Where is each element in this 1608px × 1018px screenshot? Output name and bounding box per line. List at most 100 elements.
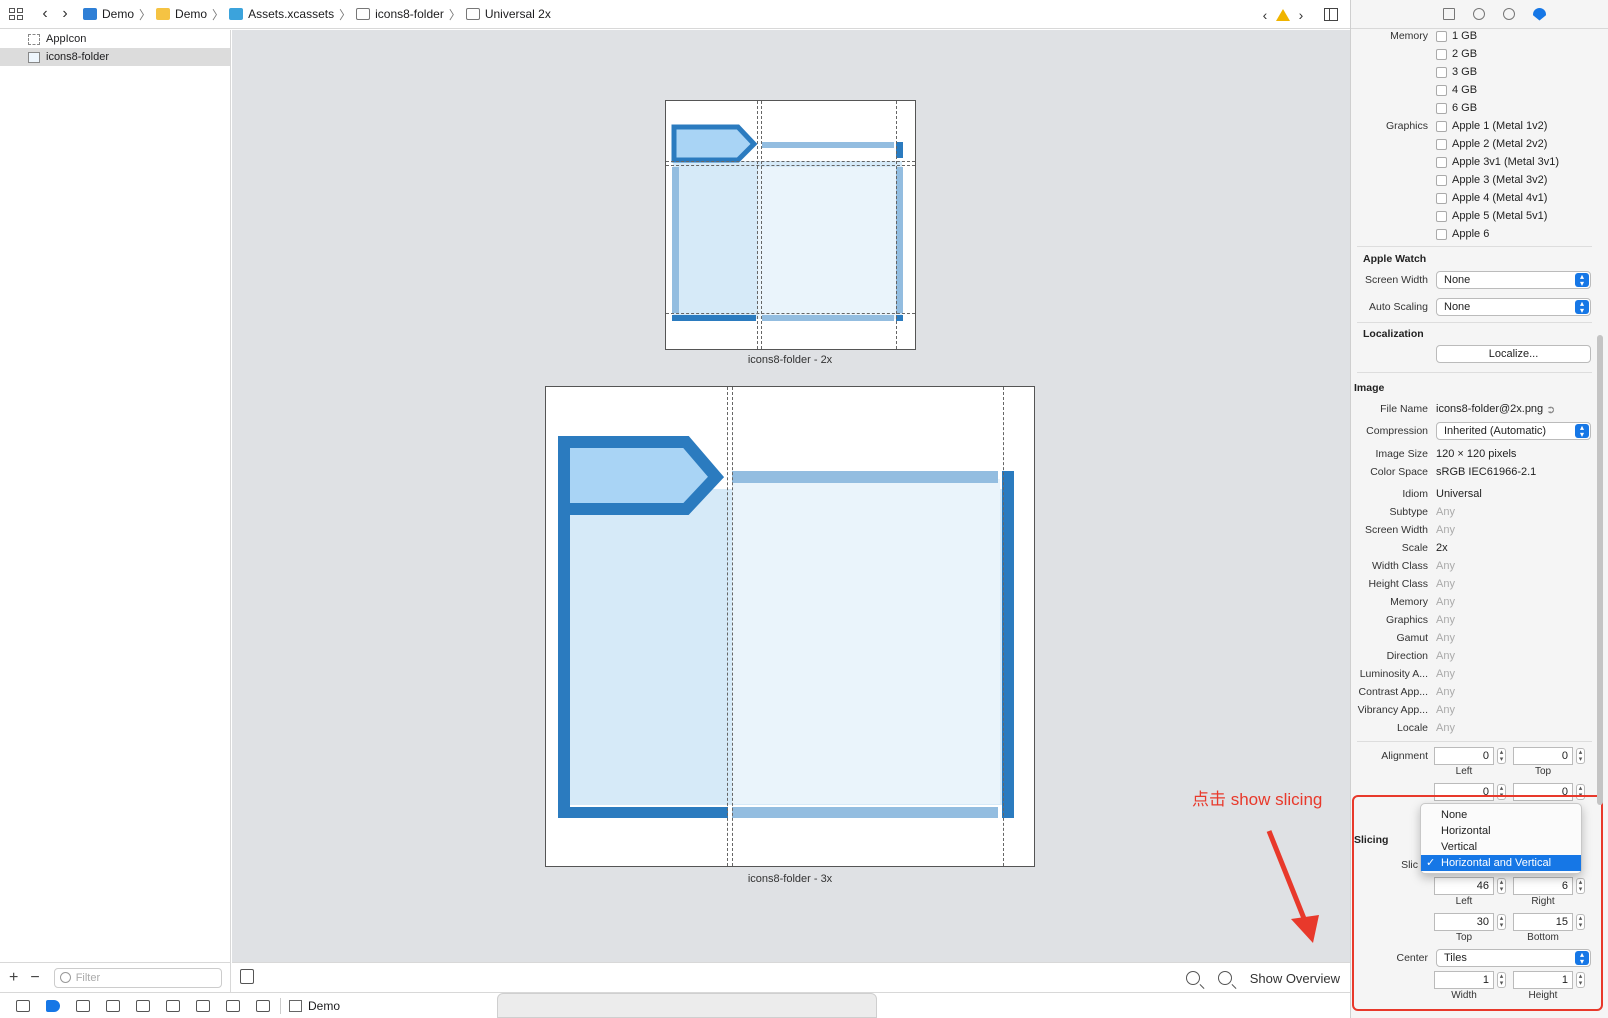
warning-icon[interactable]	[1276, 8, 1290, 21]
prop-row-screen-width: Screen Width Any	[1350, 522, 1608, 538]
graphics-checkbox[interactable]	[1436, 192, 1447, 204]
inspector-tabs	[1351, 0, 1608, 29]
screen-width-select[interactable]: None ▴ ▾	[1436, 271, 1591, 289]
prop-row-vibrancy: Vibrancy App... Any	[1350, 702, 1608, 718]
console-toggle-icon[interactable]	[16, 999, 30, 1012]
slice-guide-top-inner[interactable]	[666, 165, 915, 166]
breadcrumb-item-imageset[interactable]: icons8-folder	[356, 7, 444, 21]
hide-navigator-icon[interactable]	[240, 969, 254, 984]
slice-guide-right[interactable]	[1003, 387, 1004, 866]
compression-select[interactable]: Inherited (Automatic) ▴ ▾	[1436, 422, 1591, 440]
image-slot-2x[interactable]	[665, 100, 916, 350]
checkbox-label: Apple 6	[1452, 228, 1490, 240]
related-items-icon[interactable]	[9, 8, 23, 20]
filter-input[interactable]: Filter	[53, 967, 222, 988]
remove-button[interactable]: −	[30, 969, 39, 987]
step-over-icon[interactable]	[106, 999, 120, 1012]
previous-issue-icon[interactable]: ‹	[1256, 7, 1274, 23]
canvas-footer: Show Overview	[232, 962, 1350, 992]
localize-button[interactable]: Localize...	[1436, 345, 1591, 363]
breakpoints-icon[interactable]	[46, 999, 60, 1012]
list-item[interactable]: icons8-folder	[0, 48, 230, 66]
breadcrumb-separator: 〉	[448, 7, 461, 22]
forward-chevron-icon[interactable]: ›	[57, 6, 73, 22]
checkbox-label: 1 GB	[1452, 30, 1478, 42]
breadcrumb-separator: 〉	[339, 7, 352, 22]
file-inspector-icon[interactable]	[1443, 8, 1455, 20]
slice-guide-bottom[interactable]	[666, 313, 915, 314]
image-size-label: Image Size	[1375, 448, 1428, 460]
graphics-checkbox[interactable]	[1436, 228, 1447, 240]
breadcrumb-separator: 〉	[212, 7, 225, 22]
location-icon[interactable]	[256, 999, 270, 1012]
divider	[1357, 246, 1592, 247]
zoom-out-icon[interactable]	[1185, 971, 1200, 985]
prop-row-luminosity: Luminosity A... Any	[1350, 666, 1608, 682]
add-button[interactable]: +	[9, 969, 18, 987]
app-icon-set-icon	[28, 33, 40, 45]
slice-guide-left[interactable]	[757, 101, 758, 349]
reveal-arrow-icon[interactable]: ➲	[1546, 403, 1555, 416]
section-title-image: Image	[1354, 382, 1385, 394]
attributes-inspector-icon[interactable]	[1533, 7, 1546, 21]
auto-scaling-select[interactable]: None ▴ ▾	[1436, 298, 1591, 316]
prop-row-height-class: Height Class Any	[1350, 576, 1608, 592]
memory-checkbox[interactable]	[1436, 48, 1447, 60]
slice-guide-right[interactable]	[896, 101, 897, 349]
file-name-label: File Name	[1380, 403, 1428, 415]
graphics-checkbox[interactable]	[1436, 174, 1447, 186]
graphics-row-1: Graphics Apple 1 (Metal 1v2)	[1350, 118, 1608, 134]
graphics-checkbox[interactable]	[1436, 138, 1447, 150]
auto-scaling-value: None	[1444, 301, 1471, 313]
memory-graph-icon[interactable]	[226, 999, 240, 1012]
back-chevron-icon[interactable]: ‹	[37, 6, 53, 22]
history-inspector-icon[interactable]	[1473, 8, 1485, 20]
image-slot-3x[interactable]	[545, 386, 1035, 867]
scheme-selector[interactable]: Demo	[289, 999, 340, 1013]
memory-checkbox[interactable]	[1436, 102, 1447, 114]
breadcrumb-label: Assets.xcassets	[248, 7, 335, 21]
floating-toolbar[interactable]	[497, 993, 877, 1018]
inspector-scrollbar[interactable]	[1597, 335, 1603, 805]
slice-guide-left-inner[interactable]	[761, 101, 762, 349]
breadcrumb-item-folder[interactable]: Demo	[156, 7, 207, 21]
alignment-left-stepper[interactable]: ▴ ▾	[1497, 748, 1506, 764]
memory-checkbox[interactable]	[1436, 84, 1447, 96]
prop-row-direction: Direction Any	[1350, 648, 1608, 664]
prop-label: Scale	[1401, 542, 1428, 554]
divider	[1357, 322, 1592, 323]
next-issue-icon[interactable]: ›	[1292, 7, 1310, 23]
add-editor-icon[interactable]	[1324, 8, 1338, 21]
image-slot-icon	[465, 8, 480, 20]
alignment-left-field[interactable]: 0	[1434, 747, 1494, 765]
alignment-top-field[interactable]: 0	[1513, 747, 1573, 765]
graphics-checkbox[interactable]	[1436, 156, 1447, 168]
slot-label-3x: icons8-folder - 3x	[747, 873, 833, 885]
zoom-in-icon[interactable]	[1217, 971, 1232, 985]
prop-row-graphics: Graphics Any	[1350, 612, 1608, 628]
graphics-row-7: Apple 6	[1350, 226, 1608, 242]
memory-row-3: 3 GB	[1350, 64, 1608, 80]
memory-checkbox[interactable]	[1436, 30, 1447, 42]
breadcrumb-item-slot[interactable]: Universal 2x	[465, 7, 551, 21]
graphics-checkbox[interactable]	[1436, 210, 1447, 222]
slice-guide-top[interactable]	[666, 161, 915, 162]
list-item[interactable]: AppIcon	[0, 30, 230, 48]
step-in-icon[interactable]	[136, 999, 150, 1012]
help-inspector-icon[interactable]	[1503, 8, 1515, 20]
asset-catalog-icon	[229, 8, 244, 20]
graphics-checkbox[interactable]	[1436, 120, 1447, 132]
slice-guide-left-inner[interactable]	[732, 387, 733, 866]
graphics-row-3: Apple 3v1 (Metal 3v1)	[1350, 154, 1608, 170]
step-out-icon[interactable]	[166, 999, 180, 1012]
prop-label: Memory	[1390, 596, 1428, 608]
slice-guide-left[interactable]	[727, 387, 728, 866]
breadcrumb-item-assets[interactable]: Assets.xcassets	[229, 7, 334, 21]
breadcrumb-item-project[interactable]: Demo	[83, 7, 134, 21]
memory-checkbox[interactable]	[1436, 66, 1447, 78]
show-overview-button[interactable]: Show Overview	[1250, 971, 1340, 986]
pause-icon[interactable]	[76, 999, 90, 1012]
alignment-top-stepper[interactable]: ▴ ▾	[1576, 748, 1585, 764]
view-debugger-icon[interactable]	[196, 999, 210, 1012]
image-canvas: icons8-folder - 2x icons8-folder - 3x	[232, 30, 1350, 962]
